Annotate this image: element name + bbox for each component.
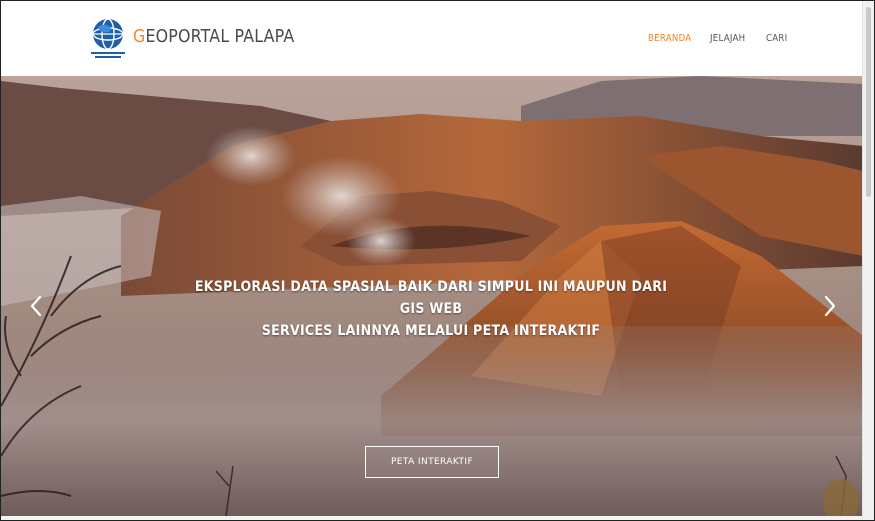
- hero-headline: EKSPLORASI DATA SPASIAL BAIK DARI SIMPUL…: [188, 276, 674, 342]
- peta-interaktif-button[interactable]: PETA INTERAKTIF: [365, 446, 499, 478]
- scrollbar-thumb[interactable]: [866, 7, 871, 197]
- browser-frame: GEOPORTAL PALAPA BERANDA JELAJAH CARI EK…: [0, 0, 875, 521]
- nav-beranda[interactable]: BERANDA: [648, 33, 691, 44]
- bakosurtanal-logo-icon[interactable]: [89, 18, 127, 62]
- site-title[interactable]: GEOPORTAL PALAPA: [133, 26, 294, 47]
- site-title-rest: EOPORTAL PALAPA: [145, 26, 295, 47]
- hero-headline-line-2: SERVICES LAINNYA MELALUI PETA INTERAKTIF: [261, 323, 601, 339]
- site-header: GEOPORTAL PALAPA BERANDA JELAJAH CARI: [1, 1, 863, 76]
- page-bottom-strip: [1, 516, 863, 520]
- chevron-left-icon[interactable]: [27, 293, 45, 319]
- vertical-scrollbar[interactable]: [862, 1, 874, 520]
- nav-cari[interactable]: CARI: [766, 33, 787, 44]
- nav-jelajah[interactable]: JELAJAH: [710, 33, 745, 44]
- hero-slider: EKSPLORASI DATA SPASIAL BAIK DARI SIMPUL…: [1, 76, 863, 516]
- site-title-initial: G: [133, 26, 146, 47]
- hero-headline-line-1: EKSPLORASI DATA SPASIAL BAIK DARI SIMPUL…: [194, 279, 668, 317]
- chevron-right-icon[interactable]: [821, 293, 839, 319]
